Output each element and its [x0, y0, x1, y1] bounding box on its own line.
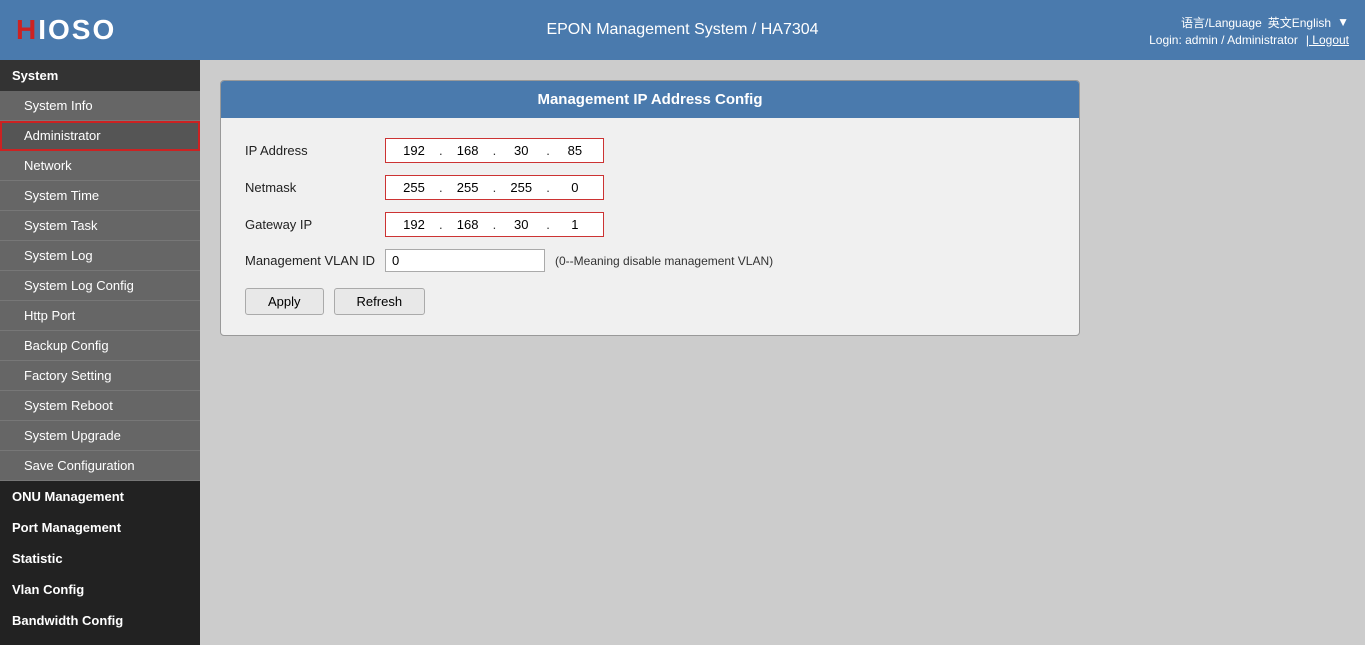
sidebar-section-port-management[interactable]: Port Management [0, 512, 200, 543]
sidebar: System System Info Administrator Network… [0, 60, 200, 645]
sidebar-section-vlan-config[interactable]: Vlan Config [0, 574, 200, 605]
apply-button[interactable]: Apply [245, 288, 324, 315]
sidebar-item-system-log-config[interactable]: System Log Config [0, 271, 200, 301]
sidebar-section-statistic[interactable]: Statistic [0, 543, 200, 574]
sidebar-section-olt-mac-config[interactable]: OLT Mac Config [0, 636, 200, 645]
ip-address-c[interactable] [497, 141, 545, 160]
sidebar-section-bandwidth-config[interactable]: Bandwidth Config [0, 605, 200, 636]
sidebar-item-system-info[interactable]: System Info [0, 91, 200, 121]
refresh-button[interactable]: Refresh [334, 288, 426, 315]
ip-address-a[interactable] [390, 141, 438, 160]
sidebar-item-system-upgrade[interactable]: System Upgrade [0, 421, 200, 451]
button-row: Apply Refresh [245, 288, 1055, 315]
ip-address-d[interactable] [551, 141, 599, 160]
sidebar-item-system-time[interactable]: System Time [0, 181, 200, 211]
lang-value[interactable]: 英文English [1268, 14, 1331, 31]
netmask-c[interactable] [497, 178, 545, 197]
vlan-hint: (0--Meaning disable management VLAN) [555, 254, 773, 268]
header-right: 语言/Language 英文English ▼ Login: admin / A… [1149, 14, 1349, 47]
sidebar-item-system-log[interactable]: System Log [0, 241, 200, 271]
netmask-row: Netmask . . . [245, 175, 1055, 200]
header-title: EPON Management System / HA7304 [546, 21, 818, 39]
ip-address-row: IP Address . . . [245, 138, 1055, 163]
sidebar-item-factory-setting[interactable]: Factory Setting [0, 361, 200, 391]
login-info: Login: admin / Administrator | Logout [1149, 33, 1349, 47]
card-header: Management IP Address Config [221, 81, 1079, 118]
logo: HIOSO [16, 14, 116, 46]
lang-label: 语言/Language [1181, 14, 1262, 31]
ip-address-group: . . . [385, 138, 604, 163]
management-ip-card: Management IP Address Config IP Address … [220, 80, 1080, 336]
content-area: Management IP Address Config IP Address … [200, 60, 1365, 645]
netmask-b[interactable] [444, 178, 492, 197]
vlan-row: Management VLAN ID (0--Meaning disable m… [245, 249, 1055, 272]
netmask-a[interactable] [390, 178, 438, 197]
sidebar-section-onu-management[interactable]: ONU Management [0, 481, 200, 512]
netmask-group: . . . [385, 175, 604, 200]
netmask-d[interactable] [551, 178, 599, 197]
vlan-label: Management VLAN ID [245, 253, 385, 268]
sidebar-section-system[interactable]: System [0, 60, 200, 91]
gateway-group: . . . [385, 212, 604, 237]
lang-selector[interactable]: 语言/Language 英文English ▼ [1181, 14, 1349, 31]
sidebar-item-system-task[interactable]: System Task [0, 211, 200, 241]
card-body: IP Address . . . Netmask [221, 118, 1079, 335]
sidebar-item-backup-config[interactable]: Backup Config [0, 331, 200, 361]
vlan-id-input[interactable] [385, 249, 545, 272]
sidebar-item-save-configuration[interactable]: Save Configuration [0, 451, 200, 481]
login-text: Login: admin / Administrator [1149, 33, 1298, 47]
gateway-b[interactable] [444, 215, 492, 234]
chevron-down-icon: ▼ [1337, 15, 1349, 29]
gateway-row: Gateway IP . . . [245, 212, 1055, 237]
gateway-label: Gateway IP [245, 217, 385, 232]
ip-address-b[interactable] [444, 141, 492, 160]
sidebar-item-system-reboot[interactable]: System Reboot [0, 391, 200, 421]
ip-address-label: IP Address [245, 143, 385, 158]
sidebar-item-network[interactable]: Network [0, 151, 200, 181]
sidebar-item-http-port[interactable]: Http Port [0, 301, 200, 331]
logout-link[interactable]: | Logout [1306, 33, 1349, 47]
gateway-c[interactable] [497, 215, 545, 234]
sidebar-item-administrator[interactable]: Administrator [0, 121, 200, 151]
netmask-label: Netmask [245, 180, 385, 195]
gateway-d[interactable] [551, 215, 599, 234]
gateway-a[interactable] [390, 215, 438, 234]
